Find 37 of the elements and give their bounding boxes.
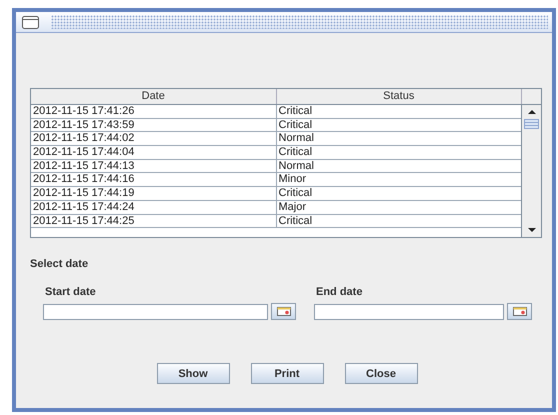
window-icon	[22, 16, 39, 28]
select-date-title: Select date	[30, 258, 90, 270]
table-cell: Critical	[278, 187, 312, 200]
action-button[interactable]: Close	[344, 363, 418, 384]
scroll-up-arrow-icon[interactable]	[526, 109, 536, 115]
table-cell: 2012-11-15 17:44:04	[33, 146, 134, 158]
table-cell: Normal	[278, 132, 314, 144]
table-cell: Minor	[278, 173, 306, 186]
column-header[interactable]: Status	[276, 89, 522, 104]
scroll-down-arrow-icon[interactable]	[526, 227, 536, 233]
date-input-field[interactable]	[314, 304, 504, 320]
action-button[interactable]: Show	[156, 363, 230, 384]
column-header[interactable]: Date	[31, 89, 276, 104]
action-button[interactable]: Print	[250, 363, 324, 384]
vertical-scrollbar[interactable]	[522, 105, 541, 237]
table-cell: 2012-11-15 17:44:19	[33, 187, 134, 200]
table-cell: Critical	[278, 146, 312, 158]
table-cell: Major	[278, 200, 306, 213]
field-label: End date	[315, 286, 364, 298]
calendar-icon	[276, 307, 290, 316]
date-input-field[interactable]	[43, 304, 268, 320]
table-cell: Critical	[278, 118, 312, 131]
table-cell: 2012-11-15 17:44:13	[33, 160, 134, 172]
table-cell: Critical	[278, 214, 312, 226]
table-cell: 2012-11-15 17:44:24	[33, 200, 134, 213]
scroll-thumb[interactable]	[524, 119, 539, 129]
field-label: Start date	[44, 286, 97, 298]
calendar-button[interactable]	[507, 303, 532, 320]
table-cell: Normal	[278, 160, 314, 172]
table-cell: 2012-11-15 17:41:26	[33, 105, 134, 117]
calendar-button[interactable]	[271, 303, 296, 320]
table-cell: 2012-11-15 17:43:59	[33, 118, 134, 131]
table-cell: 2012-11-15 17:44:02	[33, 132, 134, 144]
table-cell: 2012-11-15 17:44:16	[33, 173, 134, 186]
calendar-icon	[512, 307, 526, 316]
table-cell: Critical	[278, 105, 312, 117]
table-cell: 2012-11-15 17:44:25	[33, 214, 134, 226]
